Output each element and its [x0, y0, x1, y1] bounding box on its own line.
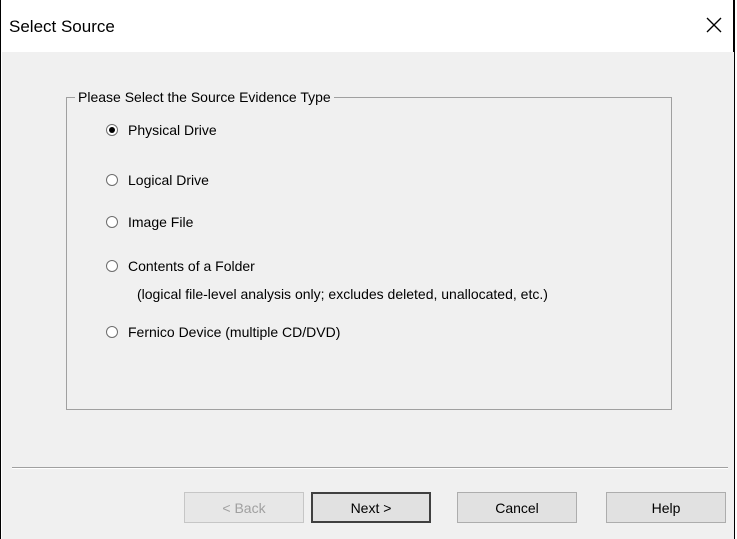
radio-icon[interactable] [106, 260, 118, 272]
option-fernico-device[interactable]: Fernico Device (multiple CD/DVD) [106, 322, 340, 342]
option-label: Fernico Device (multiple CD/DVD) [128, 324, 341, 340]
option-label: Logical Drive [128, 172, 209, 188]
option-label: Contents of a Folder [128, 258, 255, 274]
back-button[interactable]: < Back [184, 492, 304, 523]
group-legend: Please Select the Source Evidence Type [78, 89, 331, 105]
option-logical-drive[interactable]: Logical Drive [106, 170, 209, 190]
button-separator [12, 467, 728, 469]
radio-icon[interactable] [106, 216, 118, 228]
option-label: Image File [128, 214, 194, 230]
next-button[interactable]: Next > [311, 492, 431, 523]
title-bar[interactable]: Select Source [1, 0, 733, 52]
help-button[interactable]: Help [606, 492, 726, 523]
radio-icon[interactable] [106, 124, 118, 136]
option-label: Physical Drive [128, 122, 217, 138]
folder-option-note: (logical file-level analysis only; exclu… [137, 286, 548, 302]
radio-icon[interactable] [106, 326, 118, 338]
window-title: Select Source [9, 17, 115, 36]
close-icon[interactable] [699, 10, 729, 40]
radio-icon[interactable] [106, 174, 118, 186]
cancel-button[interactable]: Cancel [457, 492, 577, 523]
option-physical-drive[interactable]: Physical Drive [106, 120, 217, 140]
option-image-file[interactable]: Image File [106, 212, 193, 232]
dialog-body: Please Select the Source Evidence Type P… [2, 52, 734, 539]
option-contents-of-folder[interactable]: Contents of a Folder [106, 256, 255, 276]
select-source-dialog: Select Source Please Select the Source E… [0, 0, 735, 539]
